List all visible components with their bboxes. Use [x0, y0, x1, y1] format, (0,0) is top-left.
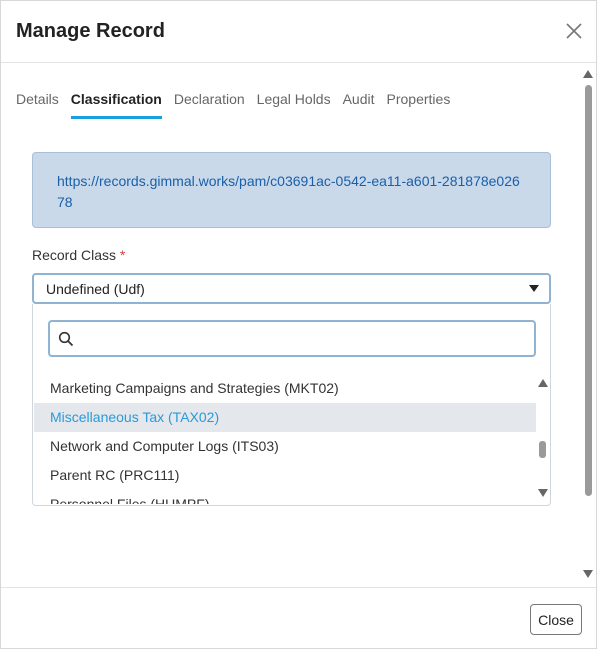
- record-class-options: Marketing Campaigns and Strategies (MKT0…: [34, 374, 536, 504]
- scroll-down-arrow-icon[interactable]: [583, 570, 593, 578]
- close-icon[interactable]: [564, 21, 584, 41]
- record-class-selected-value: Undefined (Udf): [46, 281, 145, 297]
- tab-properties[interactable]: Properties: [387, 89, 451, 119]
- tab-declaration[interactable]: Declaration: [174, 89, 245, 119]
- tab-audit[interactable]: Audit: [343, 89, 375, 119]
- scroll-up-arrow-icon[interactable]: [538, 379, 548, 387]
- tab-classification[interactable]: Classification: [70, 89, 162, 119]
- option-network-logs[interactable]: Network and Computer Logs (ITS03): [34, 432, 536, 461]
- manage-record-dialog: Manage Record Details Classification Dec…: [0, 0, 597, 649]
- option-personnel-files[interactable]: Personnel Files (HUMPF): [34, 490, 536, 504]
- required-marker: *: [119, 247, 126, 263]
- dialog-title: Manage Record: [16, 20, 165, 42]
- record-class-label-text: Record Class: [32, 247, 117, 263]
- close-button[interactable]: Close: [530, 604, 582, 635]
- dropdown-search-box: [48, 320, 536, 357]
- record-class-label: Record Class *: [32, 247, 125, 263]
- record-url-box: https://records.gimmal.works/pam/c03691a…: [32, 152, 551, 228]
- dialog-footer: Close: [1, 587, 596, 648]
- tab-details[interactable]: Details: [16, 89, 59, 119]
- scroll-down-arrow-icon[interactable]: [538, 489, 548, 497]
- dropdown-search-input[interactable]: [80, 326, 530, 352]
- record-class-dropdown: Marketing Campaigns and Strategies (MKT0…: [32, 304, 551, 506]
- dialog-scrollbar-thumb[interactable]: [585, 85, 592, 496]
- scroll-up-arrow-icon[interactable]: [583, 70, 593, 78]
- search-icon: [58, 331, 74, 347]
- option-marketing-campaigns[interactable]: Marketing Campaigns and Strategies (MKT0…: [34, 374, 536, 403]
- dialog-scrollbar[interactable]: [581, 65, 595, 585]
- option-parent-rc[interactable]: Parent RC (PRC111): [34, 461, 536, 490]
- record-url-link[interactable]: https://records.gimmal.works/pam/c03691a…: [57, 171, 526, 213]
- dialog-header: Manage Record: [1, 1, 596, 63]
- option-miscellaneous-tax[interactable]: Miscellaneous Tax (TAX02): [34, 403, 536, 432]
- tab-legal-holds[interactable]: Legal Holds: [257, 89, 331, 119]
- caret-down-icon: [529, 285, 539, 292]
- record-class-select[interactable]: Undefined (Udf): [32, 273, 551, 304]
- options-scrollbar-thumb[interactable]: [539, 441, 546, 458]
- tab-bar: Details Classification Declaration Legal…: [16, 89, 462, 121]
- options-scrollbar[interactable]: [536, 374, 550, 499]
